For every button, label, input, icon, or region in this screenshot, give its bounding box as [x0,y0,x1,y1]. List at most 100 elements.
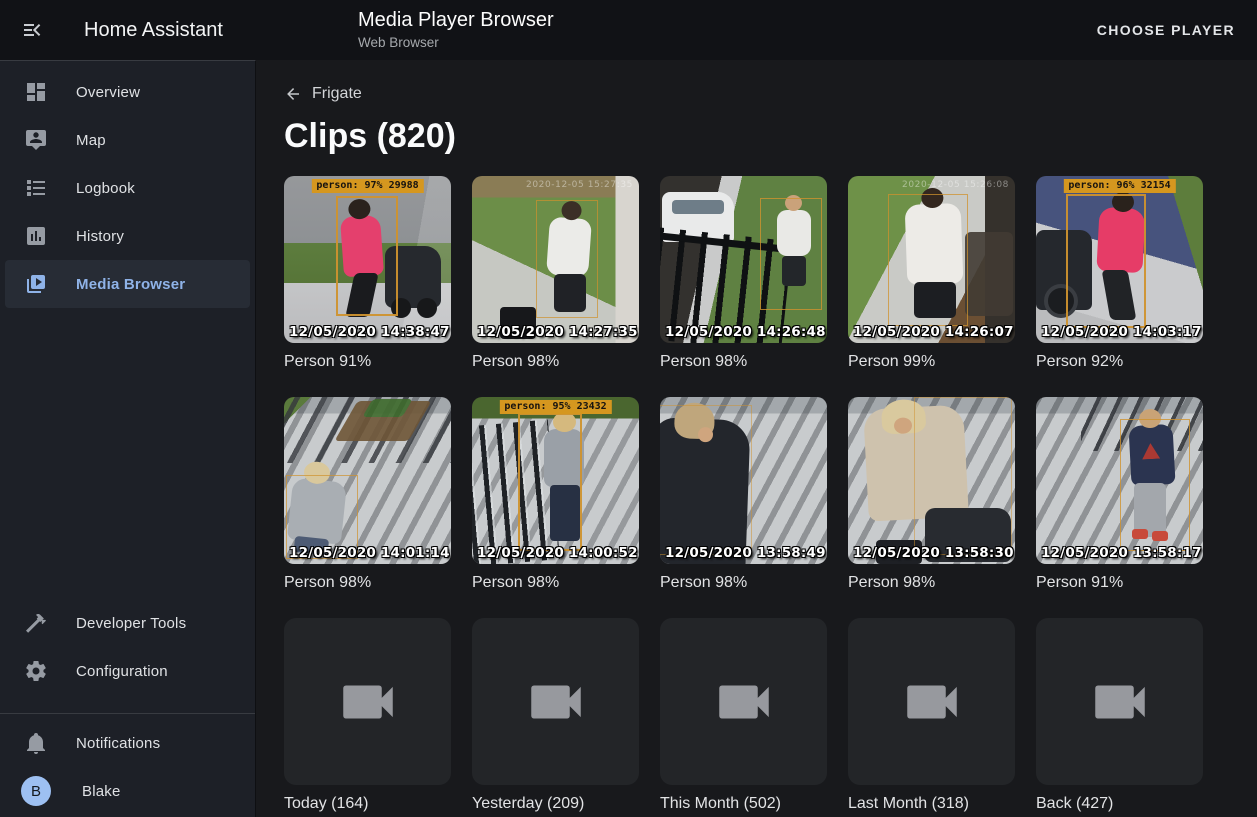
sidebar-item-label: Configuration [76,663,168,680]
folder-thumbnail [472,618,639,785]
clip-item[interactable]: person: 97% 29988 12/05/2020 14:38:47 Pe… [284,176,451,371]
account-tooltip-icon [24,128,48,152]
clip-item[interactable]: 2020-12-05 15:27:35 12/05/2020 14:27:35 … [472,176,639,371]
folder-caption: Last Month (318) [848,794,1015,813]
sidebar-item-user[interactable]: B Blake [5,767,250,815]
clip-thumbnail: 2020-12-05 15:26:08 12/05/2020 14:26:07 [848,176,1015,343]
clip-caption: Person 98% [472,352,639,371]
sidebar-item-notifications[interactable]: Notifications [5,719,250,767]
page-title: Media Player Browser [358,9,554,32]
sidebar-item-media-browser[interactable]: Media Browser [5,260,250,308]
video-camera-icon [711,669,777,735]
app-bar-left: Home Assistant [0,18,256,42]
clip-thumbnail: 12/05/2020 14:01:14 [284,397,451,564]
clip-caption: Person 98% [472,573,639,592]
clip-thumbnail: 12/05/2020 13:58:49 [660,397,827,564]
clip-item[interactable]: 12/05/2020 13:58:30 Person 98% [848,397,1015,592]
detection-label: person: 96% 32154 [1063,179,1175,193]
folder-caption: Yesterday (209) [472,794,639,813]
hammer-icon [24,611,48,635]
folder-item[interactable]: Back (427) [1036,618,1203,813]
clip-timestamp-overlay: 12/05/2020 13:58:49 [665,545,826,561]
sidebar-item-history[interactable]: History [5,212,250,260]
clip-thumbnail: 12/05/2020 14:26:48 [660,176,827,343]
main-content: Frigate Clips (820) person: 97% 29988 12… [257,60,1257,817]
clip-timestamp-overlay: 12/05/2020 14:03:17 [1041,324,1202,340]
sidebar-item-label: Logbook [76,180,135,197]
gear-icon [24,659,48,683]
clip-item[interactable]: 12/05/2020 13:58:17 Person 91% [1036,397,1203,592]
camera-osd-timestamp: 2020-12-05 15:27:35 [526,180,633,190]
app-bar: Home Assistant Media Player Browser Web … [0,0,1257,60]
menu-toggle-icon [20,18,44,42]
clip-item[interactable]: 2020-12-05 15:26:08 12/05/2020 14:26:07 … [848,176,1015,371]
clip-timestamp-overlay: 12/05/2020 13:58:17 [1041,545,1202,561]
choose-player-button[interactable]: CHOOSE PLAYER [1097,22,1235,38]
video-camera-icon [899,669,965,735]
sidebar-item-label: Notifications [76,735,160,752]
folder-item[interactable]: Today (164) [284,618,451,813]
video-camera-icon [523,669,589,735]
detection-bounding-box [518,413,582,551]
detection-bounding-box [1066,194,1146,328]
clip-caption: Person 92% [1036,352,1203,371]
detection-label: person: 95% 23432 [499,400,611,414]
folder-item[interactable]: Yesterday (209) [472,618,639,813]
clip-timestamp-overlay: 12/05/2020 14:27:35 [477,324,638,340]
clip-caption: Person 91% [284,352,451,371]
detection-bounding-box [660,405,752,555]
clip-caption: Person 91% [1036,573,1203,592]
clip-caption: Person 98% [284,573,451,592]
breadcrumb[interactable]: Frigate [284,84,362,104]
clip-thumbnail: 12/05/2020 13:58:30 [848,397,1015,564]
detection-bounding-box [914,397,1012,555]
video-camera-icon [1087,669,1153,735]
sidebar-bottom: Developer Tools Configuration Notificati… [0,599,255,815]
clip-item[interactable]: 12/05/2020 14:26:48 Person 98% [660,176,827,371]
sidebar-divider [0,713,255,714]
video-camera-icon [335,669,401,735]
sidebar-item-configuration[interactable]: Configuration [5,647,250,695]
clip-caption: Person 98% [848,573,1015,592]
sidebar-item-overview[interactable]: Overview [5,68,250,116]
camera-osd-timestamp: 2020-12-05 15:26:08 [902,180,1009,190]
clip-thumbnail: person: 95% 23432 12/05/2020 14:00:52 [472,397,639,564]
sidebar-item-label: History [76,228,124,245]
folder-item[interactable]: This Month (502) [660,618,827,813]
clip-timestamp-overlay: 12/05/2020 13:58:30 [853,545,1014,561]
user-name: Blake [82,783,121,800]
bell-icon [24,731,48,755]
detection-bounding-box [536,200,598,318]
clip-item[interactable]: 12/05/2020 13:58:49 Person 98% [660,397,827,592]
detection-bounding-box [760,198,822,310]
clips-page-title: Clips (820) [284,116,1257,156]
sidebar-item-developer-tools[interactable]: Developer Tools [5,599,250,647]
clip-item[interactable]: person: 96% 32154 12/05/2020 14:03:17 Pe… [1036,176,1203,371]
folder-thumbnail [1036,618,1203,785]
folder-caption: Back (427) [1036,794,1203,813]
clip-item[interactable]: 12/05/2020 14:01:14 Person 98% [284,397,451,592]
sidebar-item-label: Map [76,132,106,149]
chart-box-icon [24,224,48,248]
sidebar-item-map[interactable]: Map [5,116,250,164]
clip-item[interactable]: person: 95% 23432 12/05/2020 14:00:52 Pe… [472,397,639,592]
clip-timestamp-overlay: 12/05/2020 14:00:52 [477,545,638,561]
clip-thumbnail: 12/05/2020 13:58:17 [1036,397,1203,564]
folder-thumbnail [660,618,827,785]
sidebar-nav-list: Overview Map Logbook History Media Brows… [0,61,255,308]
page-header: Media Player Browser Web Browser [358,9,554,51]
detection-bounding-box [888,194,968,326]
scene-shape [965,232,1013,316]
folder-thumbnail [848,618,1015,785]
sidebar-item-logbook[interactable]: Logbook [5,164,250,212]
bulleted-list-icon [24,176,48,200]
clips-grid: person: 97% 29988 12/05/2020 14:38:47 Pe… [284,176,1257,813]
folder-item[interactable]: Last Month (318) [848,618,1015,813]
clip-thumbnail: person: 97% 29988 12/05/2020 14:38:47 [284,176,451,343]
clip-thumbnail: person: 96% 32154 12/05/2020 14:03:17 [1036,176,1203,343]
sidebar-item-label: Developer Tools [76,615,186,632]
sidebar-toggle-button[interactable] [20,18,44,42]
clip-timestamp-overlay: 12/05/2020 14:01:14 [289,545,450,561]
detection-label: person: 97% 29988 [311,179,423,193]
folder-thumbnail [284,618,451,785]
